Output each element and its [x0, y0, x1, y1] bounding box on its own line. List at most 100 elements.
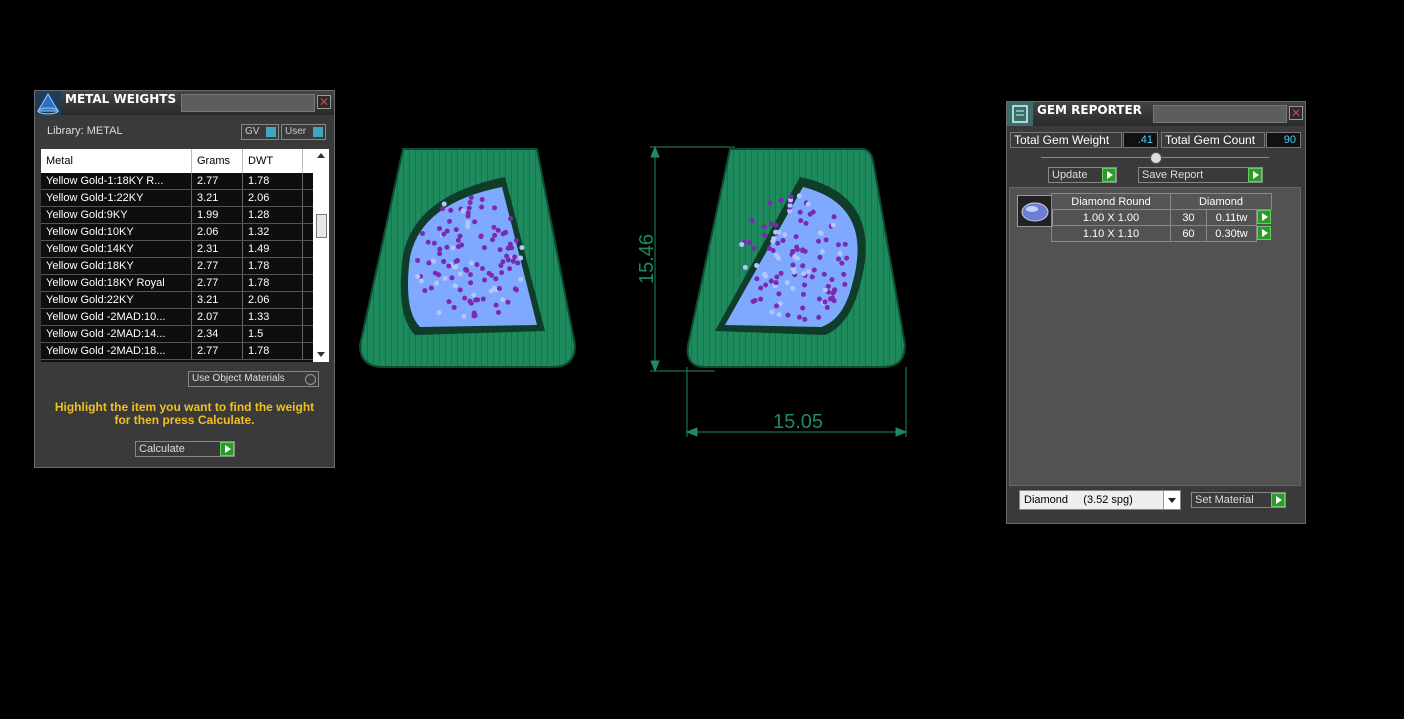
prong-dot [437, 226, 443, 232]
prong-dot [513, 287, 519, 293]
gem-row-play-button[interactable] [1257, 225, 1272, 242]
calculate-button[interactable]: Calculate [135, 441, 235, 457]
material-select[interactable]: Diamond (3.52 spg) [1019, 490, 1181, 510]
table-row[interactable]: Yellow Gold:18KY 2.77 1.78 [41, 257, 319, 275]
prong-dot [819, 249, 825, 255]
prong-dot [481, 245, 487, 251]
gem-reporter-titlebar[interactable]: GEM REPORTER ✕ [1007, 102, 1305, 126]
prong-dot [815, 238, 821, 244]
cell-dwt: 2.06 [242, 189, 303, 207]
cell-metal: Yellow Gold:14KY [41, 240, 192, 258]
slider-handle-icon[interactable] [1150, 152, 1162, 164]
scroll-up-icon[interactable] [317, 153, 325, 158]
update-label: Update [1052, 169, 1088, 181]
prong-dot [830, 222, 836, 228]
metal-table-scrollbar[interactable] [313, 149, 329, 362]
diamond-thumbnail-icon[interactable] [1017, 195, 1053, 227]
prong-dot [493, 276, 499, 282]
column-header-metal[interactable]: Metal [41, 149, 192, 173]
prong-dot [466, 205, 472, 211]
close-icon[interactable]: ✕ [317, 95, 331, 109]
cell-metal: Yellow Gold:22KY [41, 291, 192, 309]
gem-reporter-panel: GEM REPORTER ✕ Total Gem Weight .41 Tota… [1006, 101, 1306, 524]
table-row[interactable]: Yellow Gold:10KY 2.06 1.32 [41, 223, 319, 241]
prong-dot [775, 255, 781, 261]
cell-dwt: 1.78 [242, 257, 303, 275]
cell-grams: 2.77 [191, 257, 243, 275]
prong-dot [442, 275, 448, 281]
prong-dot [842, 281, 848, 287]
prong-dot [836, 256, 842, 262]
gem-row-play-button[interactable] [1257, 210, 1272, 226]
cell-metal: Yellow Gold:18KY Royal [41, 274, 192, 292]
table-row[interactable]: Yellow Gold:9KY 1.99 1.28 [41, 206, 319, 224]
prong-dot [456, 244, 462, 250]
prong-dot [492, 205, 498, 211]
chevron-down-icon[interactable] [1163, 491, 1180, 509]
prong-dot [434, 280, 440, 286]
gem-count: 30 [1170, 209, 1207, 226]
table-row[interactable]: Yellow Gold -2MAD:18... 2.77 1.78 [41, 342, 319, 360]
prong-dot [768, 221, 774, 227]
prong-dot [467, 298, 473, 304]
table-row[interactable]: Yellow Gold:18KY Royal 2.77 1.78 [41, 274, 319, 292]
prong-dot [468, 260, 474, 266]
prong-dot [839, 260, 845, 266]
prong-dot [751, 245, 757, 251]
scroll-down-icon[interactable] [317, 352, 325, 357]
prong-dot [463, 266, 469, 272]
prong-dot [775, 240, 781, 246]
save-report-button[interactable]: Save Report [1138, 167, 1263, 183]
column-header-dwt[interactable]: DWT [242, 149, 303, 173]
user-toggle[interactable]: User [281, 124, 326, 140]
metal-weights-title: METAL WEIGHTS [65, 92, 177, 106]
column-header-grams[interactable]: Grams [191, 149, 243, 173]
gem-row[interactable]: 1.00 X 1.00 30 0.11tw [1051, 209, 1272, 226]
cell-grams: 2.06 [191, 223, 243, 241]
prong-dot [761, 224, 767, 230]
prong-dot [742, 264, 748, 270]
table-row[interactable]: Yellow Gold-1:18KY R... 2.77 1.78 [41, 173, 319, 190]
cell-metal: Yellow Gold:9KY [41, 206, 192, 224]
set-material-button[interactable]: Set Material [1191, 492, 1286, 508]
use-object-materials-toggle[interactable]: Use Object Materials [188, 371, 319, 387]
update-button[interactable]: Update [1048, 167, 1117, 183]
cell-grams: 1.99 [191, 206, 243, 224]
prong-dot [472, 313, 478, 319]
cell-dwt: 2.06 [242, 291, 303, 309]
prong-dot [829, 277, 835, 283]
cell-grams: 2.77 [191, 342, 243, 360]
metal-weights-titlebar[interactable]: METAL WEIGHTS ✕ [35, 91, 334, 115]
prong-dot [809, 274, 815, 280]
prong-dot [758, 285, 764, 291]
scroll-thumb[interactable] [316, 214, 327, 238]
gem-count: 60 [1170, 225, 1207, 242]
gv-toggle-label: GV [245, 126, 260, 137]
prong-dot [505, 257, 511, 263]
prong-dot [817, 254, 823, 260]
width-dimension-label: 15.05 [773, 411, 823, 433]
table-row[interactable]: Yellow Gold:22KY 3.21 2.06 [41, 291, 319, 309]
prong-dot [468, 195, 474, 201]
prong-dot [518, 255, 524, 261]
prong-dot [419, 231, 425, 237]
gem-row[interactable]: 1.10 X 1.10 60 0.30tw [1051, 225, 1272, 242]
prong-dot [473, 297, 479, 303]
prong-dot [513, 238, 519, 244]
prong-dot [471, 292, 477, 298]
prong-dot [418, 278, 424, 284]
play-icon [1102, 168, 1116, 182]
table-row[interactable]: Yellow Gold -2MAD:14... 2.34 1.5 [41, 325, 319, 343]
gv-toggle[interactable]: GV [241, 124, 279, 140]
table-row[interactable]: Yellow Gold-1:22KY 3.21 2.06 [41, 189, 319, 207]
prong-dot [437, 251, 443, 257]
cell-grams: 2.77 [191, 274, 243, 292]
close-icon[interactable]: ✕ [1289, 106, 1303, 120]
prong-dot [803, 220, 809, 226]
table-row[interactable]: Yellow Gold -2MAD:10... 2.07 1.33 [41, 308, 319, 326]
gv-toggle-switch-icon [266, 127, 276, 137]
prong-dot [505, 299, 511, 305]
cell-dwt: 1.5 [242, 325, 303, 343]
prong-dot [754, 263, 760, 269]
table-row[interactable]: Yellow Gold:14KY 2.31 1.49 [41, 240, 319, 258]
